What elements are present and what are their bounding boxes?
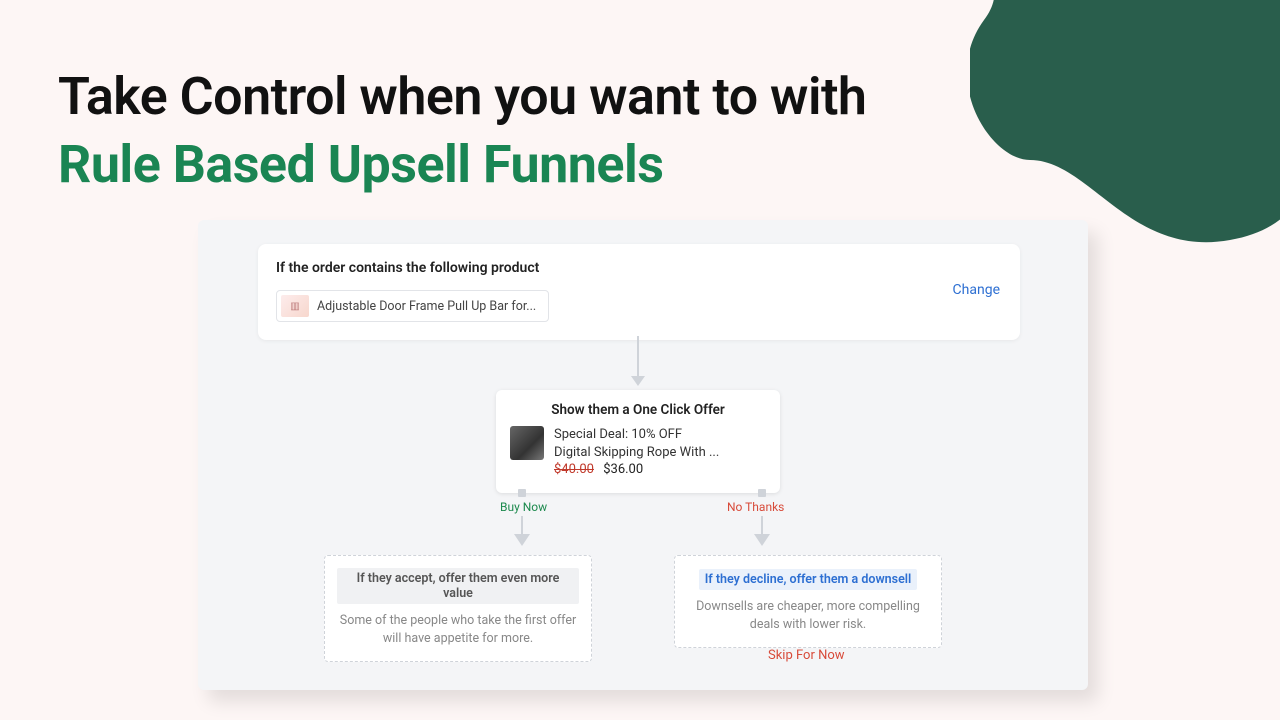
offer-price-old: $40.00 (554, 462, 594, 477)
add-downsell-card[interactable]: If they decline, offer them a downsell D… (674, 555, 942, 648)
decline-outcome-desc: Downsells are cheaper, more compelling d… (687, 598, 929, 633)
branch-node-accept (518, 489, 526, 497)
offer-product-name: Digital Skipping Rope With ... (554, 444, 719, 462)
offer-deal-label: Special Deal: 10% OFF (554, 426, 719, 444)
headline-line1: Take Control when you want to with (58, 66, 866, 127)
funnel-builder-panel: If the order contains the following prod… (198, 220, 1088, 690)
product-thumbnail-icon: ▥ (281, 295, 309, 317)
trigger-product-name: Adjustable Door Frame Pull Up Bar for... (317, 299, 536, 314)
decline-outcome-heading: If they decline, offer them a downsell (699, 569, 918, 590)
change-trigger-link[interactable]: Change (953, 282, 1000, 298)
add-upsell-card[interactable]: If they accept, offer them even more val… (324, 555, 592, 662)
branch-accept-label: Buy Now (500, 500, 547, 514)
accept-outcome-desc: Some of the people who take the first of… (337, 612, 579, 647)
skip-for-now-link[interactable]: Skip For Now (768, 648, 845, 663)
trigger-title: If the order contains the following prod… (276, 260, 1002, 276)
offer-title: Show them a One Click Offer (510, 402, 766, 418)
branch-decline-label: No Thanks (727, 500, 784, 514)
arrow-down-icon (512, 516, 532, 546)
arrow-down-icon (752, 516, 772, 546)
trigger-product-chip[interactable]: ▥ Adjustable Door Frame Pull Up Bar for.… (276, 290, 549, 322)
headline-line2: Rule Based Upsell Funnels (58, 134, 663, 196)
branch-node-decline (758, 489, 766, 497)
accept-outcome-heading: If they accept, offer them even more val… (337, 568, 579, 604)
page-headline: Take Control when you want to with Rule … (58, 66, 866, 197)
offer-thumbnail-icon (510, 426, 544, 460)
arrow-down-icon (628, 336, 648, 386)
offer-details: Special Deal: 10% OFF Digital Skipping R… (554, 426, 719, 479)
trigger-condition-card: If the order contains the following prod… (258, 244, 1020, 340)
one-click-offer-card[interactable]: Show them a One Click Offer Special Deal… (496, 390, 780, 493)
offer-price-new: $36.00 (603, 462, 643, 477)
